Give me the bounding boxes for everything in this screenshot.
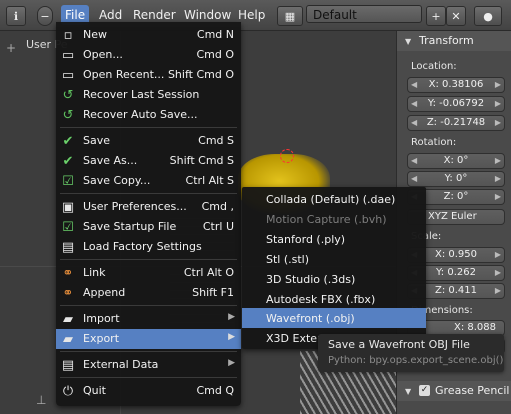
collapse-triangle-icon: ▼ [405, 37, 412, 46]
rotation-x-field[interactable]: ◀ X: 0° ▶ [407, 153, 505, 169]
location-z-field[interactable]: ◀ Z: -0.21748 ▶ [407, 115, 505, 131]
menu-separator [60, 259, 237, 260]
menu-separator [60, 351, 237, 352]
transform-title: Transform [419, 34, 474, 47]
menu-help[interactable]: Help [234, 7, 269, 23]
3d-cursor [280, 149, 294, 163]
export-submenu: Collada (Default) (.dae) Motion Capture … [242, 187, 426, 349]
export-stanford-ply[interactable]: Stanford (.ply) [242, 229, 426, 249]
menu-separator [60, 377, 237, 378]
recover-auto-icon: ↺ [62, 107, 74, 123]
export-wavefront-obj[interactable]: Wavefront (.obj) [242, 308, 426, 328]
menu-window[interactable]: Window [180, 7, 235, 23]
menu-separator [60, 193, 237, 194]
folder-recent-icon: ▭ [61, 67, 75, 83]
scene-icon[interactable]: ● [474, 6, 502, 26]
export-3ds[interactable]: 3D Studio (.3ds) [242, 269, 426, 289]
export-collada[interactable]: Collada (Default) (.dae) [242, 189, 426, 209]
menu-separator [60, 305, 237, 306]
menu-item-import[interactable]: ▰ Import ▶ [56, 309, 241, 329]
rotation-y-field[interactable]: ◀ Y: 0° ▶ [407, 171, 505, 187]
location-label: Location: [411, 61, 457, 72]
power-icon: ⏻ [62, 383, 74, 399]
link-icon: ⚭ [62, 265, 74, 281]
screen-layout-field[interactable]: Default [306, 5, 422, 23]
checkbox-icon: ☑ [62, 173, 74, 189]
factory-settings-icon: ▤ [61, 239, 75, 255]
menu-item-load-factory-settings[interactable]: ▤ Load Factory Settings [56, 237, 241, 257]
location-x-field[interactable]: ◀ X: 0.38106 ▶ [407, 77, 505, 93]
menu-separator [60, 127, 237, 128]
menu-item-append[interactable]: ⚭ Append Shift F1 [56, 283, 241, 303]
preferences-icon: ▣ [61, 199, 75, 215]
file-menu: ▫ New Cmd N ▭ Open... Cmd O ▭ Open Recent... S… [56, 22, 241, 406]
menu-item-recover-auto-save[interactable]: ↺ Recover Auto Save... [56, 105, 241, 125]
save-startup-icon: ☑ [62, 219, 74, 235]
remove-layout-icon[interactable]: ✕ [446, 6, 466, 26]
submenu-arrow-icon: ▶ [228, 332, 235, 342]
export-fbx[interactable]: Autodesk FBX (.fbx) [242, 289, 426, 309]
transform-panel-header[interactable]: ▼ Transform [397, 31, 511, 51]
menu-item-save-startup-file[interactable]: ☑ Save Startup File Ctrl U [56, 217, 241, 237]
checkmark-icon: ✔ [62, 153, 74, 169]
rotation-label: Rotation: [411, 137, 457, 148]
tooltip-title: Save a Wavefront OBJ File [328, 338, 470, 351]
menu-item-link[interactable]: ⚭ Link Ctrl Alt O [56, 263, 241, 283]
screen-layout-icon[interactable]: ▦ [277, 6, 303, 26]
external-data-icon: ▤ [61, 357, 75, 373]
folder-open-icon: ▭ [61, 47, 75, 63]
toolbar-toggle-icon[interactable]: + [6, 41, 16, 55]
tooltip-python: Python: bpy.ops.export_scene.obj() [328, 355, 504, 366]
menu-item-save-as[interactable]: ✔ Save As... Shift Cmd S [56, 151, 241, 171]
menu-item-new[interactable]: ▫ New Cmd N [56, 25, 241, 45]
location-y-field[interactable]: ◀ Y: -0.06792 ▶ [407, 96, 505, 112]
grease-pencil-title: Grease Pencil [435, 384, 510, 397]
submenu-arrow-icon: ▶ [228, 312, 235, 322]
add-layout-icon[interactable]: + [426, 6, 446, 26]
menu-item-quit[interactable]: ⏻ Quit Cmd Q [56, 381, 241, 401]
info-icon[interactable]: ℹ [6, 6, 26, 26]
menu-item-export[interactable]: ▰ Export ▶ [56, 329, 241, 349]
axis-gizmo-icon: ⊥ [36, 393, 47, 407]
collapse-triangle-icon: ▼ [405, 387, 412, 396]
menu-item-save[interactable]: ✔ Save Cmd S [56, 131, 241, 151]
menu-item-save-copy[interactable]: ☑ Save Copy... Ctrl Alt S [56, 171, 241, 191]
menu-item-user-preferences[interactable]: ▣ User Preferences... Cmd , [56, 197, 241, 217]
submenu-arrow-icon: ▶ [228, 358, 235, 368]
menu-add[interactable]: Add [95, 7, 126, 23]
menu-item-external-data[interactable]: ▤ External Data ▶ [56, 355, 241, 375]
append-icon: ⚭ [62, 285, 74, 301]
new-file-icon: ▫ [63, 27, 73, 43]
collapse-menu-icon[interactable]: − [37, 6, 53, 26]
recover-icon: ↺ [62, 87, 74, 103]
grease-pencil-panel-header[interactable]: ▼ ✓ Grease Pencil [397, 381, 511, 401]
import-icon: ▰ [63, 311, 73, 327]
menu-item-open[interactable]: ▭ Open... Cmd O [56, 45, 241, 65]
export-stl[interactable]: Stl (.stl) [242, 249, 426, 269]
grease-pencil-checkbox[interactable]: ✓ [419, 385, 430, 396]
export-motion-capture[interactable]: Motion Capture (.bvh) [242, 209, 426, 229]
checkmark-icon: ✔ [62, 133, 74, 149]
export-icon: ▰ [63, 331, 73, 347]
menu-item-recover-last-session[interactable]: ↺ Recover Last Session [56, 85, 241, 105]
tooltip: Save a Wavefront OBJ File Python: bpy.op… [318, 334, 504, 372]
menu-item-open-recent[interactable]: ▭ Open Recent... Shift Cmd O [56, 65, 241, 85]
menu-render[interactable]: Render [129, 7, 180, 23]
